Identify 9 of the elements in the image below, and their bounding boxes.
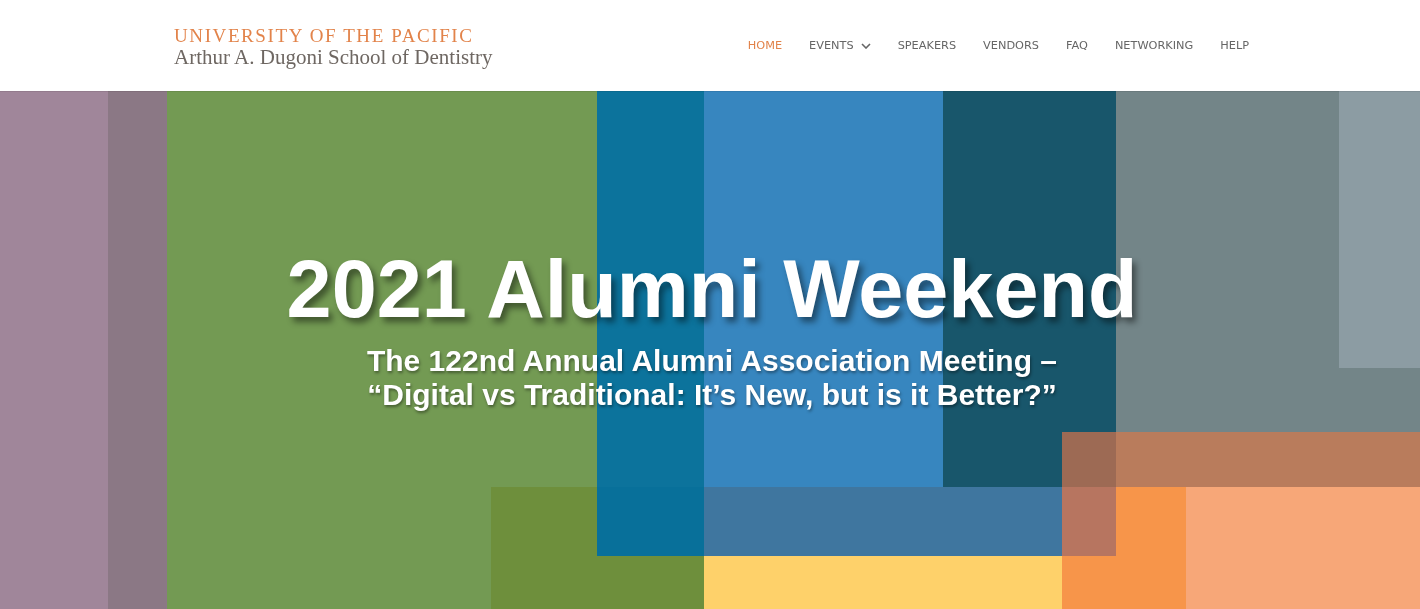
nav-link[interactable]: EVENTS xyxy=(809,39,871,52)
nav-link[interactable]: HELP xyxy=(1220,39,1249,52)
nav-link[interactable]: SPEAKERS xyxy=(897,39,957,52)
nav-link[interactable]: FAQ xyxy=(1066,39,1088,52)
school-name[interactable]: Arthur A. Dugoni School of Dentistry xyxy=(174,46,493,68)
hero-title: 2021 Alumni Weekend xyxy=(286,249,1138,330)
nav-link[interactable]: NETWORKING xyxy=(1114,39,1194,52)
chevron-down-icon xyxy=(860,42,871,49)
nav-link[interactable]: VENDORS xyxy=(983,39,1039,52)
